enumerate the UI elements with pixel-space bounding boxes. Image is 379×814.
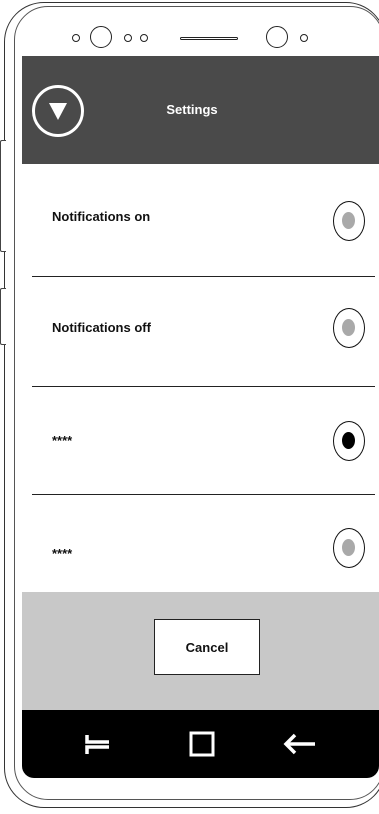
setting-label: **** <box>52 433 73 448</box>
radio-button[interactable] <box>333 308 365 348</box>
radio-indicator <box>342 539 355 556</box>
earpiece-speaker <box>180 37 238 40</box>
recents-button[interactable] <box>78 726 118 762</box>
sensor-dot <box>300 34 308 42</box>
recents-icon <box>85 735 109 754</box>
app-bar: Settings <box>22 56 379 164</box>
back-button[interactable] <box>280 726 320 762</box>
sensor-dot <box>124 34 132 42</box>
screen: Settings Notifications on Notifications … <box>22 56 379 778</box>
front-camera <box>90 26 112 48</box>
action-panel: Cancel <box>22 592 379 710</box>
front-sensor <box>266 26 288 48</box>
row-divider <box>32 386 375 387</box>
radio-button[interactable] <box>333 421 365 461</box>
settings-row-3[interactable]: **** <box>22 401 379 509</box>
setting-label: Notifications on <box>52 209 151 224</box>
page-title: Settings <box>166 102 218 117</box>
radio-indicator <box>342 212 355 229</box>
navigation-bar <box>22 710 379 778</box>
side-button-lower <box>0 288 6 345</box>
row-divider <box>32 494 375 495</box>
sensor-dot <box>72 34 80 42</box>
radio-button[interactable] <box>333 201 365 241</box>
back-arrow-icon <box>283 733 315 755</box>
home-button[interactable] <box>182 726 222 762</box>
settings-row-notifications-off[interactable]: Notifications off <box>22 292 379 400</box>
top-bezel <box>30 22 360 54</box>
cancel-button[interactable]: Cancel <box>154 619 260 675</box>
radio-indicator <box>342 432 355 449</box>
setting-label: Notifications off <box>52 320 151 335</box>
radio-indicator <box>342 319 355 336</box>
square-home-icon <box>189 731 215 757</box>
radio-button[interactable] <box>333 528 365 568</box>
sensor-dot <box>140 34 148 42</box>
side-button-upper <box>0 140 6 252</box>
menu-button[interactable] <box>32 85 84 137</box>
triangle-down-icon <box>49 103 67 120</box>
